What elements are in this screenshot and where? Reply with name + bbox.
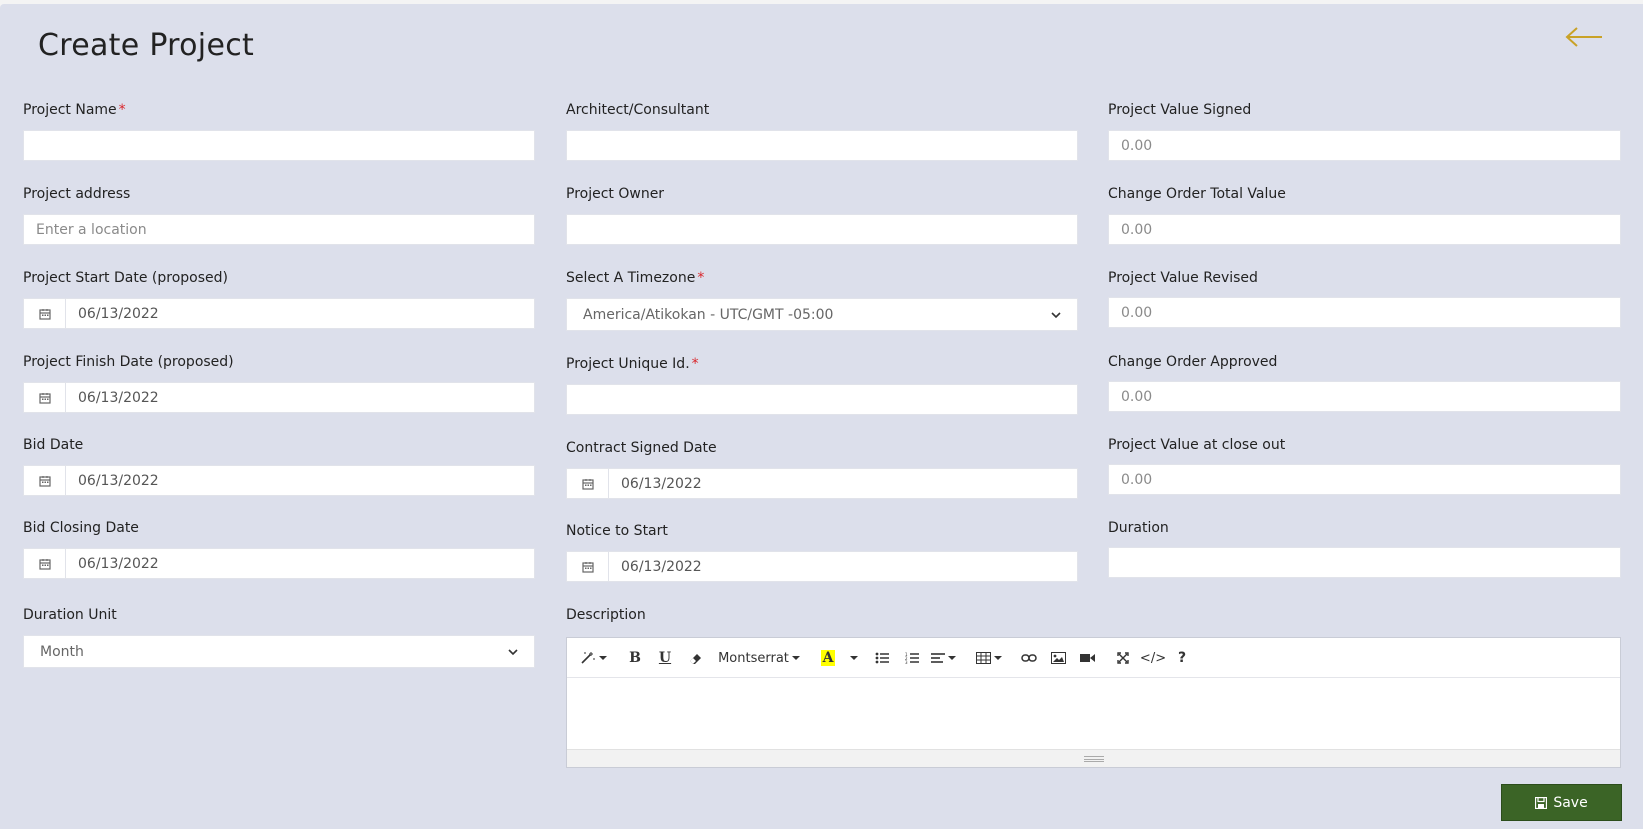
description-editor: B U Montserrat A 123 </> ? (566, 637, 1621, 768)
save-button-label: Save (1553, 794, 1588, 811)
unique-id-input[interactable] (566, 384, 1078, 415)
start-date-label: Project Start Date (proposed) (23, 270, 228, 286)
value-close-out-label: Project Value at close out (1108, 437, 1286, 453)
bid-closing-date-field[interactable] (23, 548, 535, 579)
picture-icon[interactable] (1048, 645, 1068, 671)
timezone-select[interactable]: America/Atikokan - UTC/GMT -05:00 (566, 298, 1078, 331)
project-owner-input[interactable] (566, 214, 1078, 245)
project-owner-label: Project Owner (566, 186, 665, 202)
svg-text:3: 3 (905, 660, 908, 664)
architect-input[interactable] (566, 130, 1078, 161)
save-button[interactable]: Save (1501, 784, 1622, 821)
value-revised-input[interactable] (1108, 297, 1621, 328)
font-family-value: Montserrat (718, 650, 789, 666)
change-order-total-input[interactable] (1108, 214, 1621, 245)
duration-label: Duration (1108, 520, 1169, 536)
eraser-icon[interactable] (685, 645, 705, 671)
value-revised-label: Project Value Revised (1108, 270, 1258, 286)
duration-input[interactable] (1108, 547, 1621, 578)
calendar-icon[interactable] (24, 466, 66, 495)
bid-date-label: Bid Date (23, 437, 84, 453)
highlight-glyph: A (820, 650, 836, 666)
duration-unit-value: Month (40, 643, 84, 660)
unique-id-label-text: Project Unique Id. (566, 356, 690, 372)
back-button[interactable] (1563, 22, 1605, 52)
video-icon[interactable] (1077, 645, 1097, 671)
required-marker: * (691, 356, 699, 372)
description-label: Description (566, 607, 646, 623)
project-name-label-text: Project Name (23, 102, 117, 118)
notice-to-start-input[interactable] (609, 552, 1077, 581)
finish-date-field[interactable] (23, 382, 535, 413)
notice-to-start-label: Notice to Start (566, 523, 668, 539)
start-date-field[interactable] (23, 298, 535, 329)
calendar-icon[interactable] (24, 549, 66, 578)
arrow-left-icon (1565, 27, 1602, 47)
bid-date-input[interactable] (66, 466, 534, 495)
architect-label: Architect/Consultant (566, 102, 710, 118)
chevron-down-icon (508, 648, 518, 655)
help-icon[interactable]: ? (1175, 645, 1189, 671)
fullscreen-icon[interactable] (1113, 645, 1133, 671)
timezone-label: Select A Timezone * (566, 270, 704, 286)
highlight-icon[interactable]: A (819, 645, 837, 671)
calendar-icon[interactable] (567, 552, 609, 581)
calendar-icon[interactable] (567, 469, 609, 498)
duration-unit-select[interactable]: Month (23, 635, 535, 668)
duration-unit-label: Duration Unit (23, 607, 117, 623)
table-icon[interactable] (975, 645, 1003, 671)
change-order-approved-input[interactable] (1108, 381, 1621, 412)
contract-signed-date-field[interactable] (566, 468, 1078, 499)
project-name-label: Project Name * (23, 102, 126, 118)
finish-date-label: Project Finish Date (proposed) (23, 354, 234, 370)
required-marker: * (118, 102, 126, 118)
code-view-icon[interactable]: </> (1140, 645, 1166, 671)
timezone-label-text: Select A Timezone (566, 270, 696, 286)
project-address-input[interactable] (23, 214, 535, 245)
description-editable-area[interactable] (567, 679, 1620, 749)
value-close-out-input[interactable] (1108, 464, 1621, 495)
value-signed-label: Project Value Signed (1108, 102, 1252, 118)
change-order-approved-label: Change Order Approved (1108, 354, 1278, 370)
floppy-disk-icon (1535, 796, 1548, 809)
link-icon[interactable] (1019, 645, 1039, 671)
unordered-list-icon[interactable] (872, 645, 892, 671)
calendar-icon[interactable] (24, 299, 66, 328)
contract-signed-date-label: Contract Signed Date (566, 440, 717, 456)
project-name-input[interactable] (23, 130, 535, 161)
create-project-card: Create Project Project Name * Project add… (0, 4, 1643, 829)
calendar-icon[interactable] (24, 383, 66, 412)
contract-signed-date-input[interactable] (609, 469, 1077, 498)
chevron-down-icon (1051, 311, 1061, 318)
required-marker: * (697, 270, 705, 286)
timezone-value: America/Atikokan - UTC/GMT -05:00 (583, 306, 834, 323)
start-date-input[interactable] (66, 299, 534, 328)
bold-icon[interactable]: B (625, 645, 645, 671)
magic-icon[interactable] (579, 645, 607, 671)
editor-toolbar: B U Montserrat A 123 </> ? (567, 638, 1620, 678)
change-order-total-label: Change Order Total Value (1108, 186, 1286, 202)
value-signed-input[interactable] (1108, 130, 1621, 161)
page-title: Create Project (38, 28, 255, 63)
finish-date-input[interactable] (66, 383, 534, 412)
underline-icon[interactable]: U (655, 645, 675, 671)
bid-date-field[interactable] (23, 465, 535, 496)
bid-closing-date-input[interactable] (66, 549, 534, 578)
align-icon[interactable] (929, 645, 957, 671)
font-family-dropdown[interactable]: Montserrat (717, 645, 801, 671)
notice-to-start-field[interactable] (566, 551, 1078, 582)
unique-id-label: Project Unique Id. * (566, 356, 699, 372)
ordered-list-icon[interactable]: 123 (902, 645, 922, 671)
bid-closing-date-label: Bid Closing Date (23, 520, 139, 536)
project-address-label: Project address (23, 186, 131, 202)
editor-resize-bar[interactable] (567, 749, 1620, 767)
highlight-dropdown-icon[interactable] (845, 645, 859, 671)
resize-grip-icon[interactable] (1083, 755, 1104, 762)
